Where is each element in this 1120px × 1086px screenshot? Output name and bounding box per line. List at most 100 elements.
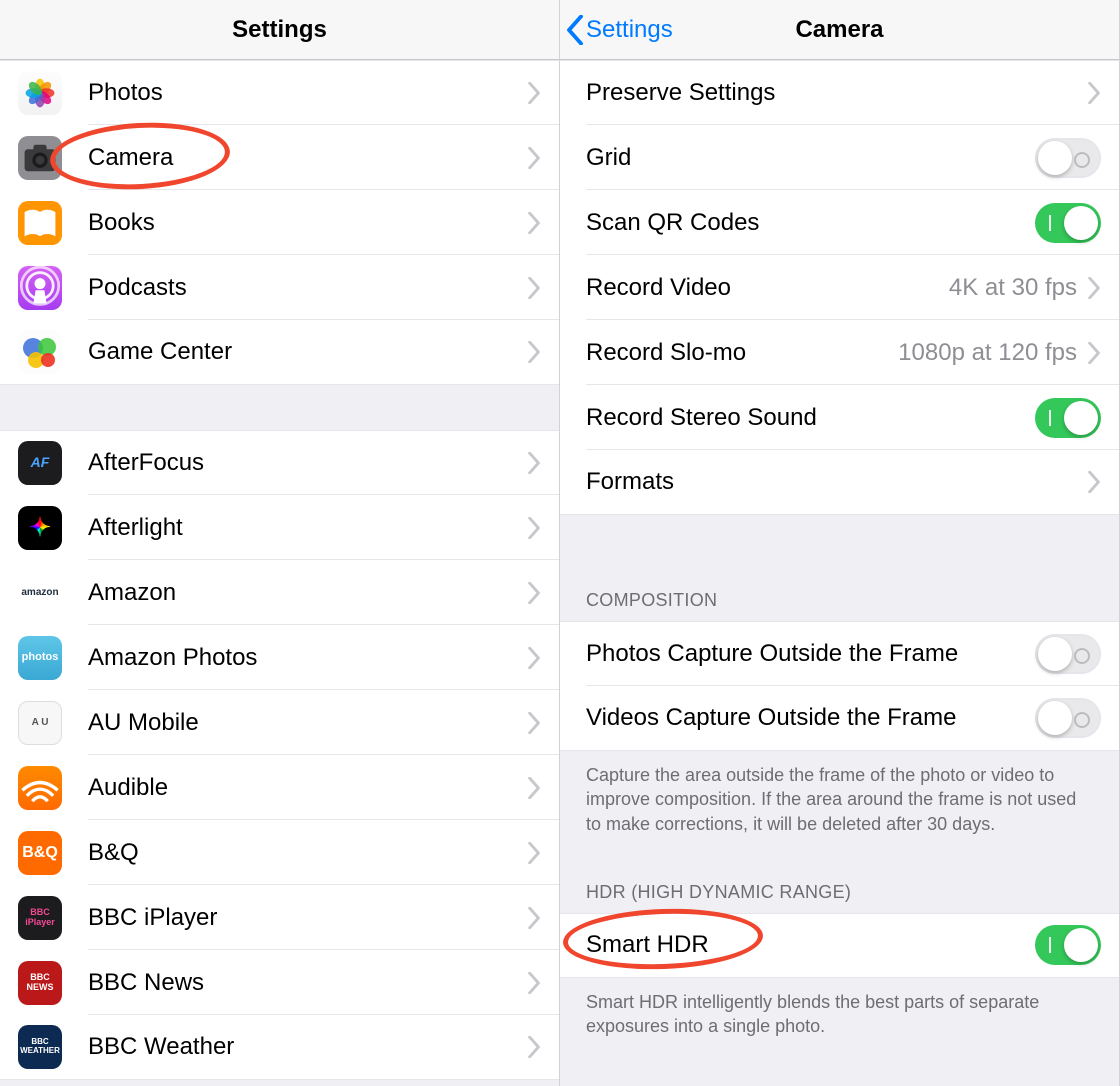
section-header: HDR (HIGH DYNAMIC RANGE) [560, 852, 1119, 913]
audible-icon [18, 766, 62, 810]
settings-panel: Settings Photos Camera Books Podcasts Game C… [0, 0, 560, 1086]
row-label: BBC Weather [88, 1033, 517, 1061]
camera-panel: Settings Camera Preserve Settings Grid Sca… [560, 0, 1120, 1086]
bbciplayer-icon: BBCiPlayer [18, 896, 62, 940]
settings-row-au[interactable]: A U AU Mobile [0, 690, 559, 755]
chevron-right-icon [527, 452, 541, 474]
row-label: AU Mobile [88, 709, 517, 737]
row-label: Amazon [88, 579, 517, 607]
chevron-right-icon [527, 582, 541, 604]
chevron-right-icon [527, 277, 541, 299]
row-label: Record Slo-mo [586, 339, 888, 367]
back-button[interactable]: Settings [566, 0, 673, 59]
photos-icon [18, 71, 62, 115]
chevron-right-icon [527, 82, 541, 104]
photos-capture-outside-the-frame-switch[interactable] [1035, 634, 1101, 674]
settings-scroller[interactable]: Photos Camera Books Podcasts Game Center AF Af… [0, 60, 559, 1086]
chevron-right-icon [527, 842, 541, 864]
chevron-right-icon [1087, 82, 1101, 104]
chevron-right-icon [527, 972, 541, 994]
row-label: Record Stereo Sound [586, 404, 1035, 432]
afterlight-icon: ✦ [18, 506, 62, 550]
chevron-right-icon [527, 1036, 541, 1058]
camera-row-smart-hdr: Smart HDR [560, 913, 1119, 978]
row-detail: 4K at 30 fps [949, 274, 1077, 302]
row-label: Scan QR Codes [586, 209, 1035, 237]
settings-row-gamecenter[interactable]: Game Center [0, 320, 559, 385]
camera-row-grid: Grid [560, 125, 1119, 190]
camera-title: Camera [795, 16, 883, 44]
settings-row-afterfocus[interactable]: AF AfterFocus [0, 430, 559, 495]
grid-switch[interactable] [1035, 138, 1101, 178]
row-label: Podcasts [88, 274, 517, 302]
smart-hdr-switch[interactable] [1035, 925, 1101, 965]
bq-icon: B&Q [18, 831, 62, 875]
record-stereo-sound-switch[interactable] [1035, 398, 1101, 438]
chevron-right-icon [527, 647, 541, 669]
chevron-right-icon [527, 517, 541, 539]
settings-row-bbciplayer[interactable]: BBCiPlayer BBC iPlayer [0, 885, 559, 950]
chevron-right-icon [1087, 471, 1101, 493]
section-header: COMPOSITION [560, 560, 1119, 621]
gamecenter-icon [18, 330, 62, 374]
afterfocus-icon: AF [18, 441, 62, 485]
podcasts-icon [18, 266, 62, 310]
chevron-right-icon [527, 907, 541, 929]
settings-row-podcasts[interactable]: Podcasts [0, 255, 559, 320]
camera-row-formats[interactable]: Formats [560, 450, 1119, 515]
row-label: Books [88, 209, 517, 237]
chevron-right-icon [527, 712, 541, 734]
settings-row-bbcweather[interactable]: BBCWEATHER BBC Weather [0, 1015, 559, 1080]
settings-row-bbcnews[interactable]: BBCNEWS BBC News [0, 950, 559, 1015]
camera-row-record-slo-mo[interactable]: Record Slo-mo 1080p at 120 fps [560, 320, 1119, 385]
row-label: Formats [586, 468, 1077, 496]
chevron-right-icon [527, 212, 541, 234]
camera-navbar: Settings Camera [560, 0, 1119, 60]
camera-row-record-stereo-sound: Record Stereo Sound [560, 385, 1119, 450]
row-label: Smart HDR [586, 931, 1035, 959]
amazonphotos-icon: photos [18, 636, 62, 680]
row-label: Photos Capture Outside the Frame [586, 640, 1035, 668]
settings-row-afterlight[interactable]: ✦ Afterlight [0, 495, 559, 560]
settings-row-amazon[interactable]: amazonAmazon [0, 560, 559, 625]
row-label: Amazon Photos [88, 644, 517, 672]
camera-icon [18, 136, 62, 180]
settings-row-audible[interactable]: Audible [0, 755, 559, 820]
camera-row-record-video[interactable]: Record Video4K at 30 fps [560, 255, 1119, 320]
row-label: Afterlight [88, 514, 517, 542]
camera-row-scan-qr-codes: Scan QR Codes [560, 190, 1119, 255]
settings-navbar: Settings [0, 0, 559, 60]
row-label: BBC iPlayer [88, 904, 517, 932]
row-label: B&Q [88, 839, 517, 867]
camera-row-preserve-settings[interactable]: Preserve Settings [560, 60, 1119, 125]
settings-row-camera[interactable]: Camera [0, 125, 559, 190]
row-label: BBC News [88, 969, 517, 997]
row-detail: 1080p at 120 fps [898, 339, 1077, 367]
settings-row-amazonphotos[interactable]: photos Amazon Photos [0, 625, 559, 690]
back-label: Settings [586, 16, 673, 44]
row-label: Photos [88, 79, 517, 107]
row-label: AfterFocus [88, 449, 517, 477]
bbcnews-icon: BBCNEWS [18, 961, 62, 1005]
settings-row-books[interactable]: Books [0, 190, 559, 255]
au-icon: A U [18, 701, 62, 745]
row-label: Game Center [88, 338, 517, 366]
videos-capture-outside-the-frame-switch[interactable] [1035, 698, 1101, 738]
scan-qr-codes-switch[interactable] [1035, 203, 1101, 243]
section-footer: Smart HDR intelligently blends the best … [560, 978, 1119, 1055]
chevron-right-icon [527, 147, 541, 169]
chevron-right-icon [1087, 277, 1101, 299]
chevron-right-icon [527, 777, 541, 799]
bbcweather-icon: BBCWEATHER [18, 1025, 62, 1069]
camera-scroller[interactable]: Preserve Settings Grid Scan QR Codes Record… [560, 60, 1119, 1086]
chevron-right-icon [1087, 342, 1101, 364]
chevron-right-icon [527, 341, 541, 363]
row-label: Preserve Settings [586, 79, 1077, 107]
camera-row-photos-capture-outside-the-frame: Photos Capture Outside the Frame [560, 621, 1119, 686]
section-footer: Capture the area outside the frame of th… [560, 751, 1119, 852]
settings-row-bq[interactable]: B&Q B&Q [0, 820, 559, 885]
settings-title: Settings [232, 16, 327, 44]
settings-row-photos[interactable]: Photos [0, 60, 559, 125]
camera-row-videos-capture-outside-the-frame: Videos Capture Outside the Frame [560, 686, 1119, 751]
chevron-left-icon [566, 15, 584, 45]
